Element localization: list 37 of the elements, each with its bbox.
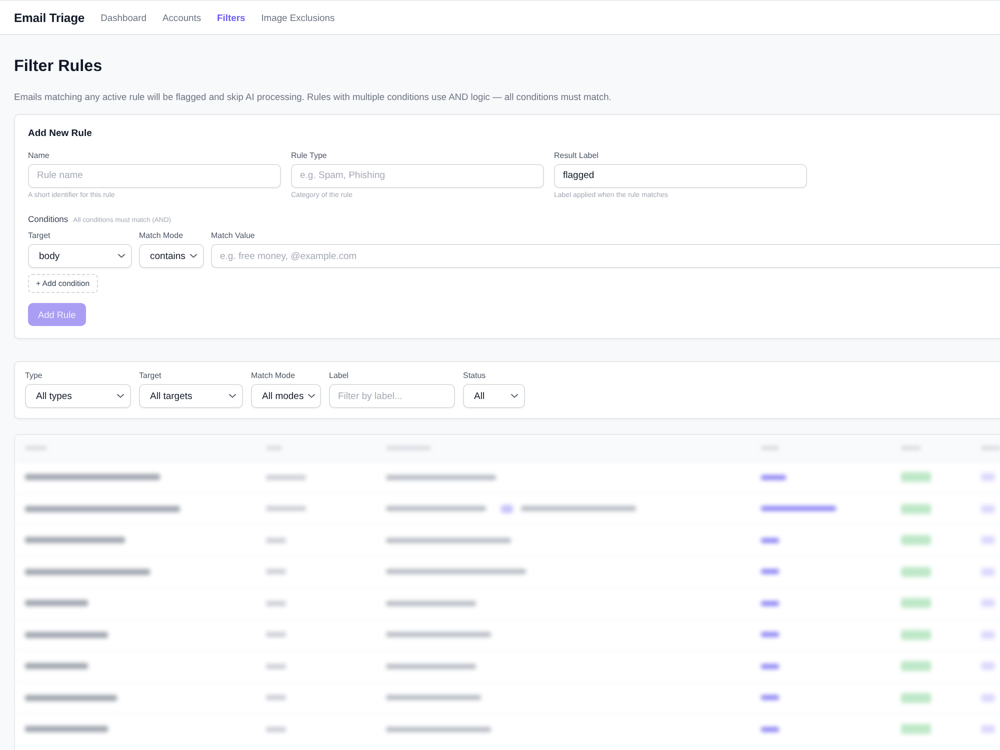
page-title: Filter Rules bbox=[14, 56, 102, 76]
chevron-down-icon bbox=[117, 394, 124, 398]
field-label: Rule Type bbox=[291, 150, 327, 160]
field-label: Match Mode bbox=[139, 231, 184, 241]
nav-link[interactable]: Dashboard bbox=[100, 12, 146, 23]
filter-label: Label bbox=[329, 371, 349, 381]
page-description: Emails matching any active rule will be flagged and skip AI processing. Rules with multiple conditions use AND logic — all conditions must match. bbox=[14, 91, 612, 104]
chevron-down-icon bbox=[308, 394, 315, 398]
nav-link[interactable]: Image Exclusions bbox=[261, 12, 335, 23]
app-logo[interactable]: Email Triage bbox=[14, 10, 85, 24]
filter-select[interactable]: All bbox=[463, 384, 525, 408]
card-title: Add New Rule bbox=[28, 128, 92, 140]
nav-link[interactable]: Accounts bbox=[162, 12, 202, 23]
target-select[interactable]: body bbox=[28, 244, 132, 268]
field-label: Target bbox=[28, 231, 50, 241]
filter-select[interactable]: All targets bbox=[139, 384, 243, 408]
chevron-down-icon bbox=[511, 394, 518, 398]
filter-select[interactable]: All modes bbox=[251, 384, 321, 408]
chevron-down-icon bbox=[229, 394, 236, 398]
field-label: Result Label bbox=[554, 150, 598, 160]
section-label: Conditions bbox=[28, 214, 68, 225]
chevron-down-icon bbox=[190, 254, 197, 258]
chevron-down-icon bbox=[118, 254, 125, 258]
input-field[interactable]: e.g. Spam, Phishing bbox=[291, 164, 544, 188]
match-mode-select[interactable]: contains bbox=[139, 244, 204, 268]
input-field[interactable]: e.g. free money, @example.com bbox=[211, 244, 1000, 268]
nav-link[interactable]: Filters bbox=[217, 12, 246, 23]
filter-select[interactable]: All types bbox=[25, 384, 131, 408]
field-label: Match Value bbox=[211, 231, 255, 241]
filter-label: Match Mode bbox=[251, 371, 296, 381]
input-field[interactable]: flagged bbox=[554, 164, 807, 188]
input-field[interactable]: Rule name bbox=[28, 164, 281, 188]
filter-label: Status bbox=[463, 371, 486, 381]
filter-label: Target bbox=[139, 371, 162, 381]
filter-input[interactable]: Filter by label... bbox=[329, 384, 455, 408]
filter-label: Type bbox=[25, 371, 42, 381]
field-label: Name bbox=[28, 150, 50, 160]
